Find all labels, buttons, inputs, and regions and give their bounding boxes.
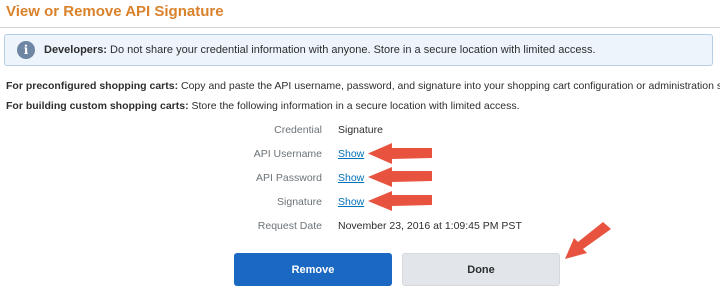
info-icon: i xyxy=(17,41,35,59)
notice-text: Developers: Do not share your credential… xyxy=(44,44,596,56)
title-divider xyxy=(0,27,720,28)
show-api-username-link[interactable]: Show xyxy=(338,148,364,160)
developer-notice: i Developers: Do not share your credenti… xyxy=(4,34,713,66)
request-date-label: Request Date xyxy=(257,220,322,232)
custom-label: For building custom shopping carts: xyxy=(6,100,189,112)
api-password-label: API Password xyxy=(256,172,322,184)
api-password-row: API Password Show xyxy=(0,172,720,188)
show-signature-link[interactable]: Show xyxy=(338,196,364,208)
credential-row: Credential Signature xyxy=(0,124,720,140)
credential-label: Credential xyxy=(274,124,322,136)
api-username-label: API Username xyxy=(253,148,322,160)
remove-button[interactable]: Remove xyxy=(234,253,392,286)
custom-message: Store the following information in a sec… xyxy=(188,100,520,112)
api-username-row: API Username Show xyxy=(0,148,720,164)
request-date-row: Request Date November 23, 2016 at 1:09:4… xyxy=(0,220,720,236)
credential-value: Signature xyxy=(338,124,383,136)
signature-row: Signature Show xyxy=(0,196,720,212)
notice-message: Do not share your credential information… xyxy=(106,44,596,56)
notice-label: Developers: xyxy=(44,44,107,56)
show-api-password-link[interactable]: Show xyxy=(338,172,364,184)
done-button[interactable]: Done xyxy=(402,253,560,286)
custom-carts-text: For building custom shopping carts: Stor… xyxy=(6,100,520,112)
preconfigured-carts-text: For preconfigured shopping carts: Copy a… xyxy=(6,80,720,92)
preconfigured-label: For preconfigured shopping carts: xyxy=(6,80,179,92)
preconfigured-message: Copy and paste the API username, passwor… xyxy=(178,80,720,92)
page-title: View or Remove API Signature xyxy=(6,3,224,20)
signature-label: Signature xyxy=(277,196,322,208)
request-date-value: November 23, 2016 at 1:09:45 PM PST xyxy=(338,220,522,232)
